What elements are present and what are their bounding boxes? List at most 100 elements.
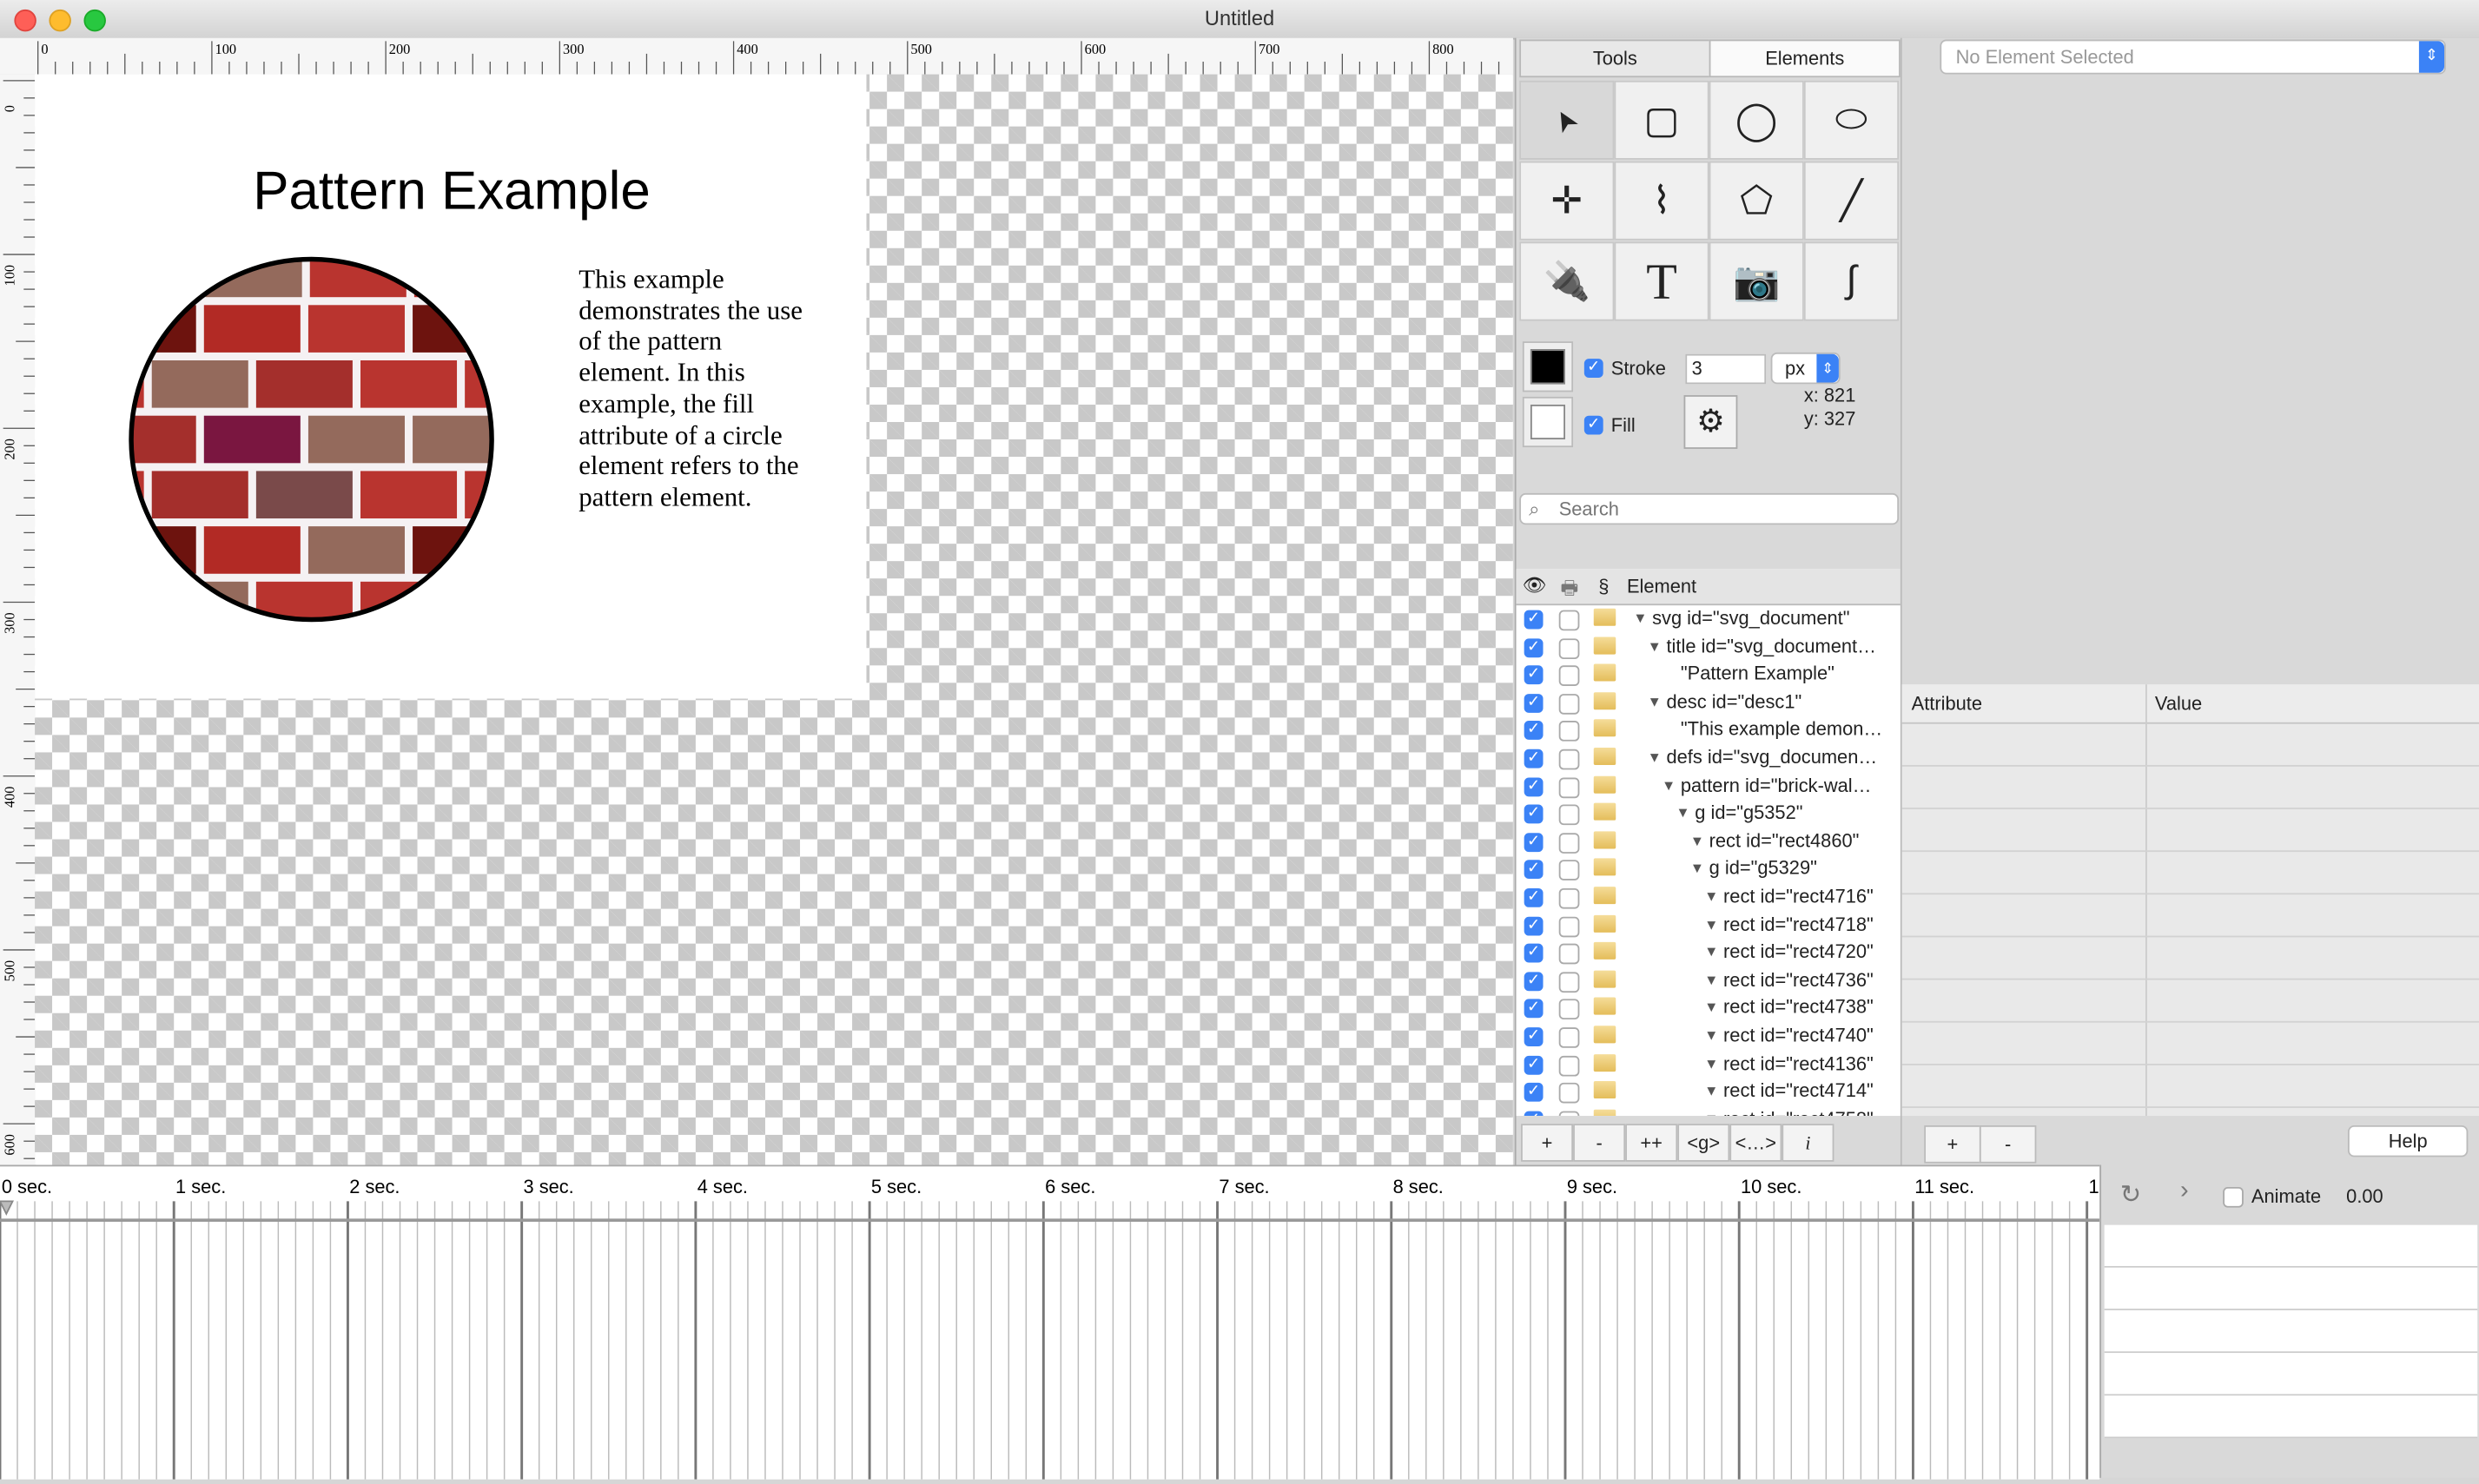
settings-gear-button[interactable]: ⚙ xyxy=(1683,395,1738,449)
attribute-row[interactable] xyxy=(1901,1065,2479,1108)
lock-checkbox[interactable] xyxy=(1558,749,1580,770)
tree-row[interactable]: ✓ "This example demon… xyxy=(1517,716,1902,744)
visible-checkbox[interactable]: ✓ xyxy=(1524,1111,1544,1117)
info-element-button[interactable]: i xyxy=(1782,1124,1834,1162)
fill-checkbox[interactable]: ✓ xyxy=(1583,415,1603,435)
disclosure-triangle-icon[interactable]: ▼ xyxy=(1704,972,1718,987)
animate-checkbox[interactable] xyxy=(2223,1186,2244,1208)
lock-checkbox[interactable] xyxy=(1558,832,1580,854)
lock-checkbox[interactable] xyxy=(1558,637,1580,659)
disclosure-triangle-icon[interactable]: ▼ xyxy=(1704,999,1718,1015)
disclosure-triangle-icon[interactable]: ▼ xyxy=(1648,694,1662,709)
tree-row[interactable]: ✓ ▼ desc id="desc1" xyxy=(1517,689,1902,716)
element-select[interactable]: No Element Selected ⇕ xyxy=(1940,39,2446,75)
wrap-element-button[interactable]: <…> xyxy=(1729,1124,1782,1162)
stroke-unit-select[interactable]: px ⇕ xyxy=(1770,352,1841,385)
lock-checkbox[interactable] xyxy=(1558,971,1580,993)
tree-row[interactable]: ✓ ▼ rect id="rect4718" xyxy=(1517,911,1902,939)
visible-checkbox[interactable]: ✓ xyxy=(1524,999,1544,1019)
visible-checkbox[interactable]: ✓ xyxy=(1524,637,1544,657)
tool-circle[interactable]: ◯ xyxy=(1709,80,1804,160)
remove-element-button[interactable]: - xyxy=(1573,1124,1626,1162)
visible-checkbox[interactable]: ✓ xyxy=(1524,1054,1544,1074)
tool-rectangle[interactable]: ▢ xyxy=(1614,80,1709,160)
tree-row[interactable]: ✓ ▼ rect id="rect4716" xyxy=(1517,883,1902,911)
tree-row[interactable]: ✓ ▼ svg id="svg_document" xyxy=(1517,605,1902,633)
disclosure-triangle-icon[interactable]: ▼ xyxy=(1704,1027,1718,1043)
lock-checkbox[interactable] xyxy=(1558,887,1580,909)
lock-checkbox[interactable] xyxy=(1558,665,1580,687)
search-input[interactable] xyxy=(1556,496,1879,522)
disclosure-triangle-icon[interactable]: ▼ xyxy=(1704,888,1718,904)
brick-pattern-circle[interactable] xyxy=(127,254,497,624)
lock-checkbox[interactable] xyxy=(1558,804,1580,826)
disclosure-triangle-icon[interactable]: ▼ xyxy=(1662,777,1676,793)
tree-row[interactable]: ✓ ▼ rect id="rect4714" xyxy=(1517,1078,1902,1106)
tool-bezier-path[interactable]: ∫ xyxy=(1803,241,1900,321)
play-chevron-icon[interactable]: › xyxy=(2180,1177,2189,1206)
attribute-row[interactable] xyxy=(1901,937,2479,980)
attribute-row[interactable] xyxy=(1901,1023,2479,1065)
playhead-handle[interactable] xyxy=(0,1200,15,1216)
lock-checkbox[interactable] xyxy=(1558,1083,1580,1104)
tree-row[interactable]: ✓ ▼ rect id="rect4136" xyxy=(1517,1051,1902,1078)
stroke-checkbox[interactable]: ✓ xyxy=(1583,359,1603,379)
document-title[interactable]: Pattern Example xyxy=(253,162,651,223)
tool-polygon[interactable]: ⬠ xyxy=(1709,161,1804,241)
lock-checkbox[interactable] xyxy=(1558,999,1580,1020)
tree-row[interactable]: ✓ ▼ g id="g5329" xyxy=(1517,855,1902,883)
remove-attribute-button[interactable]: - xyxy=(1979,1125,2037,1164)
tree-row[interactable]: ✓ ▼ rect id="rect4740" xyxy=(1517,1022,1902,1050)
attribute-row[interactable] xyxy=(1901,724,2479,767)
visible-checkbox[interactable]: ✓ xyxy=(1524,915,1544,935)
stroke-color-well[interactable] xyxy=(1522,341,1574,392)
tool-crosshair-point[interactable]: ✛ xyxy=(1519,161,1615,241)
lock-checkbox[interactable] xyxy=(1558,721,1580,742)
disclosure-triangle-icon[interactable]: ▼ xyxy=(1704,1083,1718,1098)
lock-checkbox[interactable] xyxy=(1558,1026,1580,1048)
search-field[interactable]: ⌕ xyxy=(1519,492,1900,525)
disclosure-triangle-icon[interactable]: ▼ xyxy=(1690,833,1704,848)
visible-checkbox[interactable]: ✓ xyxy=(1524,971,1544,991)
lock-checkbox[interactable] xyxy=(1558,943,1580,965)
disclosure-triangle-icon[interactable]: ▼ xyxy=(1648,749,1662,765)
lock-checkbox[interactable] xyxy=(1558,693,1580,715)
tree-row[interactable]: ✓ ▼ rect id="rect4860" xyxy=(1517,828,1902,855)
lock-checkbox[interactable] xyxy=(1558,776,1580,798)
add-multiple-element-button[interactable]: ++ xyxy=(1625,1124,1678,1162)
attribute-row[interactable] xyxy=(1901,894,2479,938)
tool-camera-image[interactable]: 📷 xyxy=(1709,241,1804,321)
visible-checkbox[interactable]: ✓ xyxy=(1524,1026,1544,1046)
visible-checkbox[interactable]: ✓ xyxy=(1524,832,1544,852)
lock-checkbox[interactable] xyxy=(1558,1111,1580,1117)
tool-ellipse[interactable]: ⬭ xyxy=(1803,80,1900,160)
disclosure-triangle-icon[interactable]: ▼ xyxy=(1676,805,1689,821)
tab-elements[interactable]: Elements xyxy=(1709,39,1901,78)
disclosure-triangle-icon[interactable]: ▼ xyxy=(1690,861,1704,876)
tool-arrow-pointer[interactable]: ➤ xyxy=(1519,80,1615,160)
tool-text[interactable]: T xyxy=(1614,241,1709,321)
attribute-row[interactable] xyxy=(1901,767,2479,809)
lock-checkbox[interactable] xyxy=(1558,860,1580,881)
lock-checkbox[interactable] xyxy=(1558,1054,1580,1076)
visible-checkbox[interactable]: ✓ xyxy=(1524,749,1544,768)
attribute-row[interactable] xyxy=(1901,809,2479,853)
tool-line[interactable]: ╱ xyxy=(1803,161,1900,241)
fill-color-well[interactable] xyxy=(1522,396,1574,448)
disclosure-triangle-icon[interactable]: ▼ xyxy=(1704,1055,1718,1071)
visible-checkbox[interactable]: ✓ xyxy=(1524,804,1544,824)
tool-polyline[interactable]: ⌇ xyxy=(1614,161,1709,241)
tree-row[interactable]: ✓ ▼ rect id="rect4758" xyxy=(1517,1106,1902,1117)
timeline[interactable]: 0 sec. 1 sec. 2 sec. 3 sec. 4 sec. 5 sec. 6 se… xyxy=(0,1164,2297,1480)
tree-row[interactable]: ✓ ▼ defs id="svg_documen… xyxy=(1517,744,1902,772)
tree-row[interactable]: ✓ ▼ rect id="rect4720" xyxy=(1517,939,1902,966)
visible-checkbox[interactable]: ✓ xyxy=(1524,887,1544,907)
lock-checkbox[interactable] xyxy=(1558,610,1580,631)
tree-row[interactable]: ✓ ▼ rect id="rect4738" xyxy=(1517,994,1902,1022)
group-element-button[interactable]: <g> xyxy=(1677,1124,1730,1162)
lock-checkbox[interactable] xyxy=(1558,915,1580,937)
visible-checkbox[interactable]: ✓ xyxy=(1524,610,1544,630)
tree-row[interactable]: ✓ ▼ pattern id="brick-wal… xyxy=(1517,772,1902,800)
add-element-button[interactable]: + xyxy=(1521,1124,1574,1162)
tab-tools[interactable]: Tools xyxy=(1519,39,1711,78)
